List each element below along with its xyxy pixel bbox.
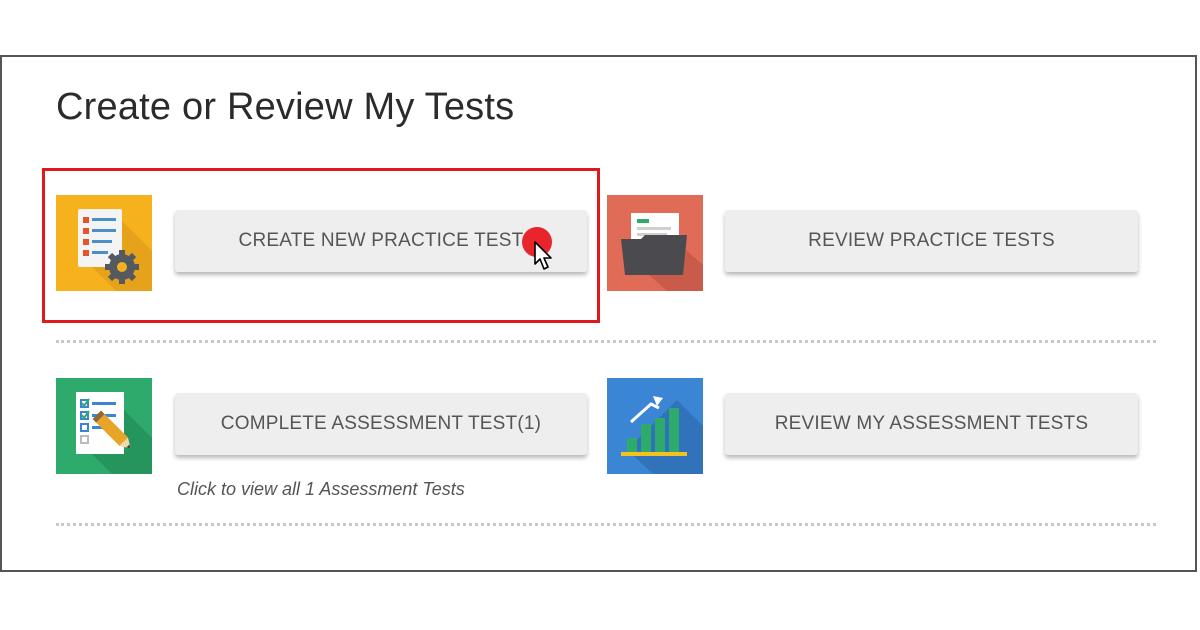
- row-divider: [56, 340, 1156, 343]
- practice-test-settings-icon[interactable]: [56, 195, 152, 291]
- review-my-assessment-tests-button[interactable]: REVIEW MY ASSESSMENT TESTS: [725, 393, 1138, 455]
- assessment-tests-link[interactable]: Click to view all 1 Assessment Tests: [177, 479, 465, 500]
- complete-assessment-test-button[interactable]: COMPLETE ASSESSMENT TEST(1): [175, 393, 587, 455]
- row-divider: [56, 523, 1156, 526]
- checklist-pencil-icon[interactable]: [56, 378, 152, 474]
- page-title: Create or Review My Tests: [56, 86, 515, 128]
- bar-chart-icon[interactable]: [607, 378, 703, 474]
- mouse-pointer-icon: [533, 240, 555, 277]
- folder-icon[interactable]: [607, 195, 703, 291]
- review-practice-tests-button[interactable]: REVIEW PRACTICE TESTS: [725, 210, 1138, 272]
